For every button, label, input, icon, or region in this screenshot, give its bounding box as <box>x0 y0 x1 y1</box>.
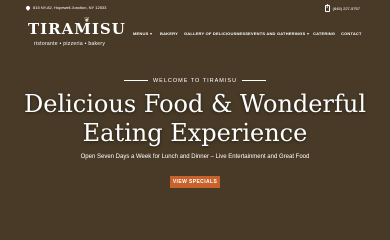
logo-tagline: ristorante • pizzeria • bakery <box>34 41 106 47</box>
nav-item-catering[interactable]: CATERING <box>313 31 335 36</box>
chevron-down-icon <box>307 32 310 35</box>
phone-link[interactable]: (845) 227-5757 <box>324 5 360 12</box>
hero-headline: Delicious Food & Wonderful Eating Experi… <box>24 90 366 147</box>
welcome-eyebrow: WELCOME TO TIRAMISU <box>0 78 390 84</box>
divider-line <box>242 80 267 82</box>
top-bar: 815 NY-82, Hopewell Junction, NY 12533 f… <box>0 0 390 14</box>
hero-subtext: Open Seven Days a Week for Lunch and Din… <box>80 154 310 160</box>
phone-icon <box>324 5 330 12</box>
chevron-down-icon <box>150 32 153 35</box>
address-link[interactable]: 815 NY-82, Hopewell Junction, NY 12533 <box>25 4 107 11</box>
logo-name: TIRAMISU <box>28 20 126 38</box>
nav-item-bakery[interactable]: BAKERY <box>160 31 178 36</box>
nav-item-menus[interactable]: MENUS <box>133 31 153 36</box>
view-specials-button[interactable]: VIEW SPECIALS <box>170 176 220 188</box>
logo[interactable]: ❦ TIRAMISU ristorante • pizzeria • baker… <box>28 16 125 52</box>
nav-item-contact[interactable]: CONTACT <box>341 31 362 36</box>
map-pin-icon <box>25 4 31 11</box>
nav-item-gallery[interactable]: GALLERY OF DELICIOUSNESS <box>184 31 248 36</box>
address-text: 815 NY-82, Hopewell Junction, NY 12533 <box>33 5 107 10</box>
phone-text: (845) 227-5757 <box>332 6 360 11</box>
nav-item-events[interactable]: EVENTS AND GATHERINGS <box>248 31 310 36</box>
divider-line <box>123 80 148 82</box>
